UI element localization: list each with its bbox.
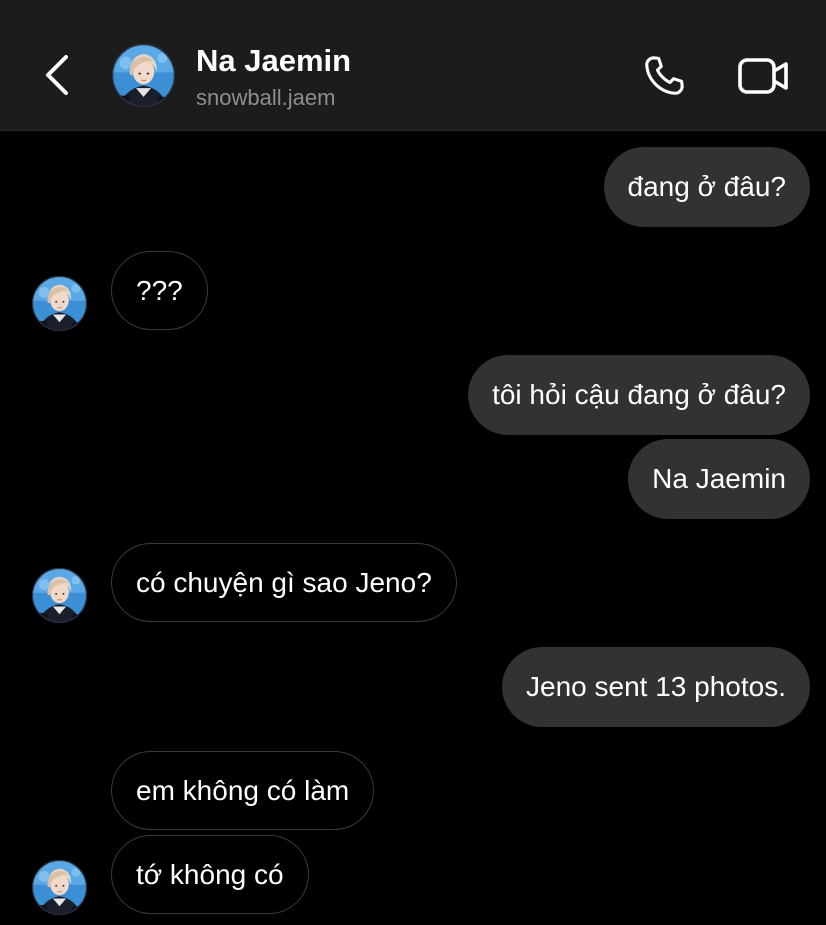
chat-header: Na Jaemin snowball.jaem (0, 0, 826, 131)
message-bubble-received[interactable]: tớ không có (111, 835, 309, 914)
contact-name[interactable]: Na Jaemin (196, 43, 351, 79)
message-bubble-sent[interactable]: Na Jaemin (628, 439, 810, 519)
message-bubble-sent[interactable]: tôi hỏi cậu đang ở đâu? (468, 355, 810, 435)
video-call-button[interactable] (734, 50, 792, 102)
avatar[interactable] (32, 860, 87, 915)
message-bubble-received[interactable]: ??? (111, 251, 208, 330)
call-button[interactable] (636, 50, 692, 102)
phone-icon (645, 56, 684, 95)
message-bubble-received[interactable]: có chuyện gì sao Jeno? (111, 543, 457, 622)
message-bubble-received[interactable]: em không có làm (111, 751, 375, 830)
avatar[interactable] (32, 276, 87, 331)
chevron-left-icon (46, 55, 68, 95)
video-camera-icon (738, 58, 788, 94)
contact-username[interactable]: snowball.jaem (196, 85, 335, 111)
message-bubble-sent[interactable]: Jeno sent 13 photos. (502, 647, 810, 727)
avatar[interactable] (32, 568, 87, 623)
message-bubble-sent[interactable]: đang ở đâu? (603, 147, 810, 227)
avatar[interactable] (112, 44, 175, 107)
back-button[interactable] (36, 50, 76, 100)
